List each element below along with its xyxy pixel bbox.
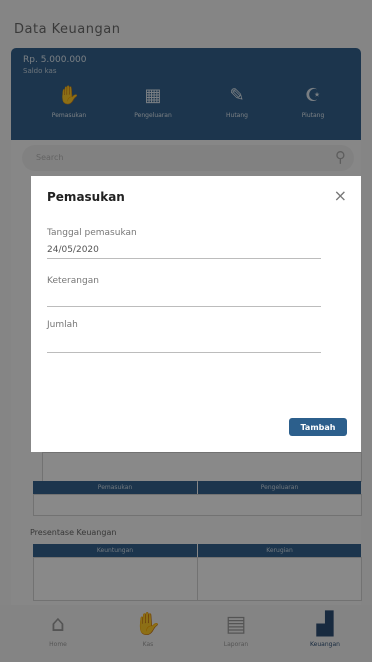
amount-field[interactable] xyxy=(47,336,321,353)
dialog-title: Pemasukan xyxy=(47,190,125,204)
description-label: Keterangan xyxy=(47,276,99,286)
date-label: Tanggal pemasukan xyxy=(47,228,137,238)
income-dialog: Pemasukan × Tanggal pemasukan Keterangan… xyxy=(31,176,361,452)
close-icon[interactable]: × xyxy=(334,186,347,205)
amount-label: Jumlah xyxy=(47,320,78,330)
date-field[interactable] xyxy=(47,242,321,259)
add-button[interactable]: Tambah xyxy=(289,418,347,436)
description-field[interactable] xyxy=(47,290,321,307)
